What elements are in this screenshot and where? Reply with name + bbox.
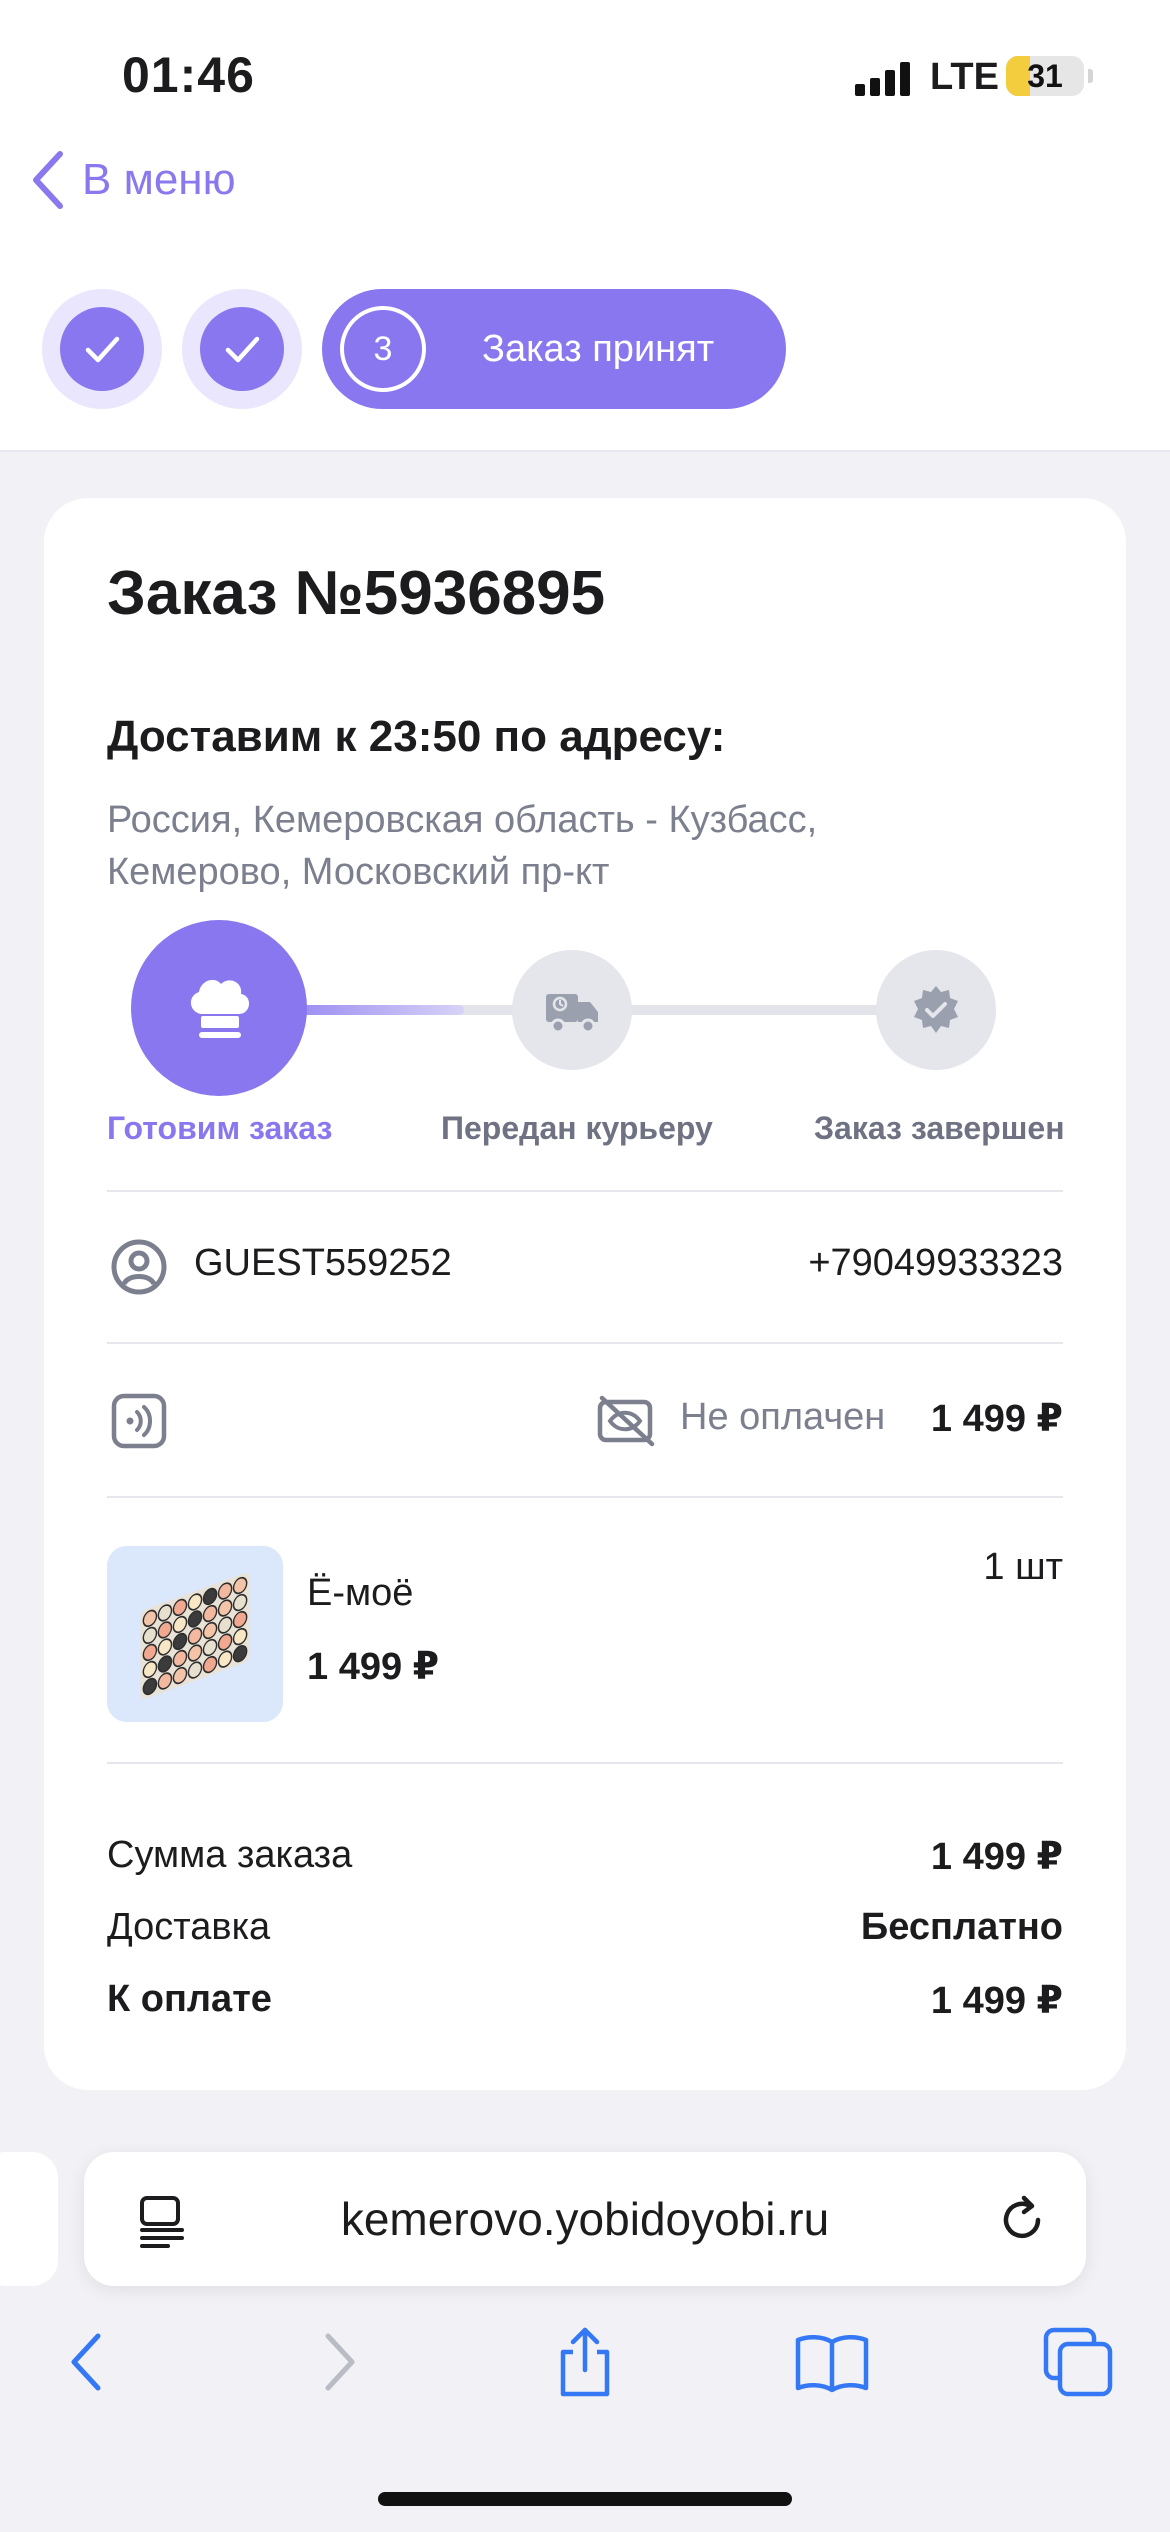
tabs-icon[interactable] (1038, 2322, 1118, 2402)
reload-icon[interactable] (994, 2192, 1050, 2248)
battery-level: 31 (1027, 57, 1063, 94)
badge-check-icon (914, 986, 958, 1033)
back-arrow-icon[interactable] (46, 2322, 126, 2402)
signal-icon (855, 62, 913, 96)
step-3-current: 3 Заказ принят (322, 289, 786, 409)
stage-label-cooking: Готовим заказ (107, 1110, 333, 1146)
user-circle-icon (111, 1239, 167, 1295)
check-icon (225, 336, 260, 363)
divider (107, 1496, 1063, 1498)
divider (107, 1342, 1063, 1344)
order-card: Заказ №5936895 Доставим к 23:50 по адрес… (44, 498, 1126, 2090)
total-value: 1 499 ₽ (930, 1980, 1063, 2022)
sushi-set-image (107, 1546, 283, 1722)
contactless-pay-icon (111, 1393, 167, 1449)
network-type: LTE (930, 56, 999, 98)
delivery-title: Доставим к 23:50 по адресу: (107, 712, 726, 761)
delivery-address: Россия, Кемеровская область - Кузбасс, К… (107, 799, 818, 893)
battery-tip (1088, 69, 1093, 83)
back-to-menu-link[interactable]: В меню (28, 145, 236, 215)
item-name: Ё-моё (307, 1572, 414, 1614)
order-page: 01:46 LTE 31 В меню 3 Заказ принят Заказ… (0, 0, 1170, 2532)
step-label: Заказ принят (482, 327, 715, 370)
payment-status: Не оплачен (680, 1396, 886, 1438)
eye-off-icon (597, 1395, 655, 1447)
subtotal-value: 1 499 ₽ (930, 1836, 1063, 1878)
address-bar[interactable]: kemerovo.yobidoyobi.ru (84, 2152, 1086, 2286)
back-label: В меню (82, 155, 236, 204)
payment-amount: 1 499 ₽ (930, 1398, 1063, 1440)
customer-phone: +79049933323 (808, 1242, 1063, 1284)
check-icon (85, 336, 120, 363)
total-label: К оплате (107, 1978, 272, 2020)
product-image (107, 1546, 283, 1722)
previous-tab-preview[interactable] (0, 2152, 58, 2286)
divider (107, 1190, 1063, 1192)
divider (107, 1762, 1063, 1764)
stage-completed (876, 950, 996, 1070)
item-price: 1 499 ₽ (307, 1646, 440, 1688)
chevron-left-icon (33, 151, 63, 209)
step-2-done[interactable] (182, 289, 302, 409)
forward-arrow-icon[interactable] (300, 2322, 380, 2402)
order-title: Заказ №5936895 (107, 559, 606, 628)
delivery-value: Бесплатно (860, 1906, 1063, 1948)
stage-cooking (131, 920, 307, 1096)
home-indicator (378, 2492, 792, 2506)
share-icon[interactable] (545, 2322, 625, 2402)
url-text: kemerovo.yobidoyobi.ru (340, 2193, 830, 2245)
status-time: 01:46 (122, 47, 255, 103)
stage-label-completed: Заказ завершен (814, 1110, 1065, 1146)
delivery-truck-icon (546, 994, 598, 1034)
subtotal-label: Сумма заказа (107, 1834, 353, 1876)
status-bar: 01:46 LTE 31 (0, 0, 1170, 150)
bookmarks-icon[interactable] (792, 2322, 872, 2402)
step-1-done[interactable] (42, 289, 162, 409)
checkout-steps: 3 Заказ принят (42, 289, 786, 409)
stage-label-courier: Передан курьеру (441, 1110, 713, 1146)
customer-name: GUEST559252 (194, 1242, 452, 1284)
stage-courier (512, 950, 632, 1070)
chef-hat-icon (190, 979, 250, 1038)
battery-icon: 31 (1006, 56, 1084, 96)
item-quantity: 1 шт (983, 1546, 1063, 1588)
delivery-label: Доставка (107, 1906, 271, 1948)
step-number: 3 (340, 306, 426, 392)
